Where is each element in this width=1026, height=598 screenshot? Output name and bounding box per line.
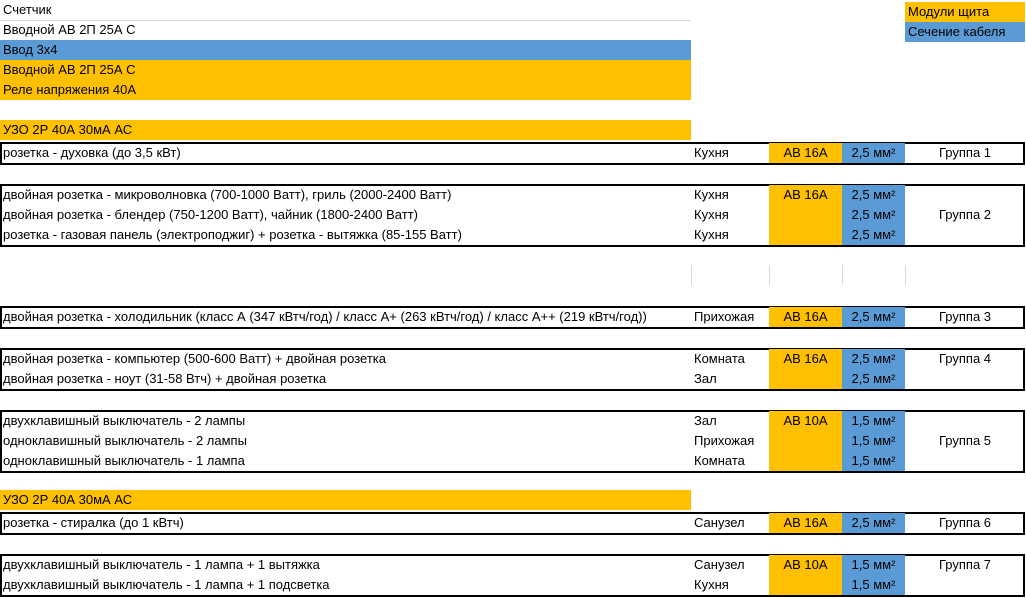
- cable-cell[interactable]: 2,5 мм²: [842, 185, 905, 205]
- group-label[interactable]: Группа 3: [905, 307, 1025, 327]
- cable-cell[interactable]: 1,5 мм²: [842, 451, 905, 471]
- header-row-4[interactable]: Вводной АВ 2П 25А С: [0, 60, 691, 80]
- circuit-description[interactable]: двухклавишный выключатель - 1 лампа + 1 …: [0, 575, 691, 595]
- group-label[interactable]: Группа 4: [905, 349, 1025, 369]
- cable-cell[interactable]: 2,5 мм²: [842, 307, 905, 327]
- circuit-room[interactable]: Прихожая: [691, 307, 769, 327]
- group-label[interactable]: Группа 7: [905, 555, 1025, 575]
- circuit-description[interactable]: двойная розетка - микроволновка (700-100…: [0, 185, 691, 205]
- breaker-cell[interactable]: АВ 10А: [769, 555, 842, 575]
- legend-cable: Сечение кабеля: [905, 22, 1025, 42]
- circuit-room[interactable]: Санузел: [691, 555, 769, 575]
- cable-cell[interactable]: 2,5 мм²: [842, 349, 905, 369]
- cable-cell[interactable]: 1,5 мм²: [842, 431, 905, 451]
- cable-cell[interactable]: 1,5 мм²: [842, 575, 905, 595]
- circuit-room[interactable]: Кухня: [691, 185, 769, 205]
- cable-cell[interactable]: 2,5 мм²: [842, 513, 905, 533]
- group-label[interactable]: Группа 2: [905, 205, 1025, 225]
- circuit-room[interactable]: Комната: [691, 349, 769, 369]
- uzo-label: УЗО 2Р 40А 30мА АС: [0, 490, 691, 510]
- breaker-cell[interactable]: АВ 16А: [769, 513, 842, 533]
- cable-cell[interactable]: 2,5 мм²: [842, 225, 905, 245]
- circuit-description[interactable]: двухклавишный выключатель - 1 лампа + 1 …: [0, 555, 691, 575]
- breaker-cell[interactable]: АВ 16А: [769, 349, 842, 369]
- cable-cell[interactable]: 1,5 мм²: [842, 411, 905, 431]
- circuit-room[interactable]: Кухня: [691, 575, 769, 595]
- column-gridline: [769, 265, 770, 285]
- column-gridline: [691, 265, 692, 285]
- circuit-room[interactable]: Кухня: [691, 225, 769, 245]
- circuit-description[interactable]: розетка - стиралка (до 1 кВтч): [0, 513, 691, 533]
- breaker-cell[interactable]: [769, 451, 842, 471]
- breaker-cell[interactable]: [769, 369, 842, 389]
- breaker-cell[interactable]: [769, 225, 842, 245]
- circuit-room[interactable]: Комната: [691, 451, 769, 471]
- breaker-cell[interactable]: АВ 16А: [769, 307, 842, 327]
- circuit-room[interactable]: Санузел: [691, 513, 769, 533]
- circuit-description[interactable]: одноклавишный выключатель - 2 лампы: [0, 431, 691, 451]
- uzo-label: УЗО 2Р 40А 30мА АС: [0, 120, 691, 140]
- breaker-cell[interactable]: [769, 431, 842, 451]
- circuit-room[interactable]: Зал: [691, 369, 769, 389]
- breaker-cell[interactable]: АВ 10А: [769, 411, 842, 431]
- header-row-3[interactable]: Ввод 3х4: [0, 40, 691, 60]
- column-gridline: [905, 265, 906, 285]
- circuit-description[interactable]: двойная розетка - блендер (750-1200 Ватт…: [0, 205, 691, 225]
- breaker-cell[interactable]: АВ 16А: [769, 185, 842, 205]
- circuit-description[interactable]: одноклавишный выключатель - 1 лампа: [0, 451, 691, 471]
- circuit-description[interactable]: двухклавишный выключатель - 2 лампы: [0, 411, 691, 431]
- breaker-cell[interactable]: [769, 575, 842, 595]
- column-gridline: [842, 265, 843, 285]
- legend-modules: Модули щита: [905, 2, 1025, 22]
- header-row-2[interactable]: Вводной АВ 2П 25А С: [0, 20, 691, 40]
- cable-cell[interactable]: 1,5 мм²: [842, 555, 905, 575]
- cable-cell[interactable]: 2,5 мм²: [842, 369, 905, 389]
- header-row-5[interactable]: Реле напряжения 40А: [0, 80, 691, 100]
- circuit-description[interactable]: розетка - газовая панель (электроподжиг)…: [0, 225, 691, 245]
- breaker-cell[interactable]: [769, 205, 842, 225]
- cable-cell[interactable]: 2,5 мм²: [842, 143, 905, 163]
- circuit-room[interactable]: Кухня: [691, 143, 769, 163]
- circuit-room[interactable]: Кухня: [691, 205, 769, 225]
- breaker-cell[interactable]: АВ 16А: [769, 143, 842, 163]
- circuit-description[interactable]: розетка - духовка (до 3,5 кВт): [0, 143, 691, 163]
- header-row-1[interactable]: Счетчик: [0, 0, 691, 20]
- circuit-description[interactable]: двойная розетка - компьютер (500-600 Ват…: [0, 349, 691, 369]
- circuit-room[interactable]: Зал: [691, 411, 769, 431]
- circuit-description[interactable]: двойная розетка - ноут (31-58 Втч) + дво…: [0, 369, 691, 389]
- group-label[interactable]: Группа 5: [905, 431, 1025, 451]
- cable-cell[interactable]: 2,5 мм²: [842, 205, 905, 225]
- group-label[interactable]: Группа 6: [905, 513, 1025, 533]
- circuit-room[interactable]: Прихожая: [691, 431, 769, 451]
- group-label[interactable]: Группа 1: [905, 143, 1025, 163]
- circuit-description[interactable]: двойная розетка - холодильник (класс А (…: [0, 307, 691, 327]
